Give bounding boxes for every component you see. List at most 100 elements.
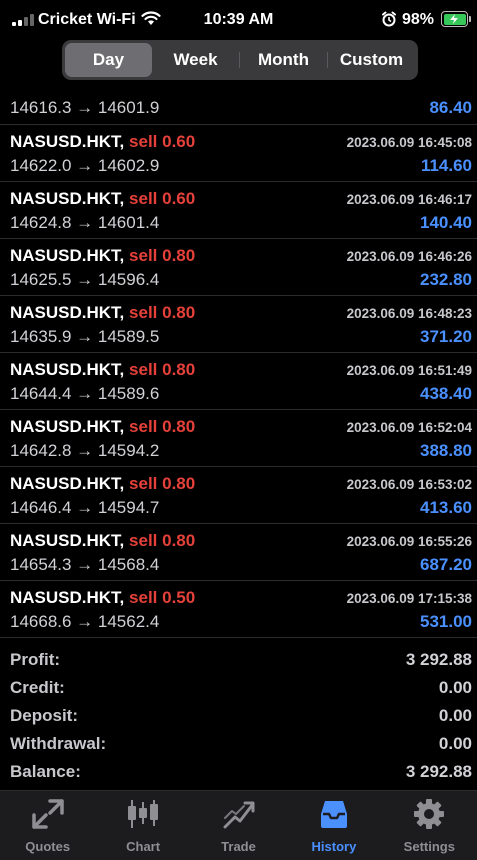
deal-prices: 14625.5 → 14596.4	[10, 270, 160, 289]
history-icon	[317, 798, 351, 835]
deal-prices: 14616.3 → 14601.9	[10, 98, 160, 117]
deal-row[interactable]: NASUSD.HKT, sell 0.80 2023.06.09 16:55:2…	[0, 524, 477, 581]
deal-row[interactable]: NASUSD.HKT, sell 0.80 2023.06.09 16:46:2…	[0, 239, 477, 296]
summary-profit: Profit: 3 292.88	[0, 646, 477, 674]
tab-custom[interactable]: Custom	[328, 43, 415, 77]
tab-trade[interactable]: Trade	[191, 791, 286, 860]
deal-side: sell 0.80	[129, 474, 196, 493]
deal-row[interactable]: NASUSD.HKT, sell 0.80 2023.06.09 16:48:2…	[0, 296, 477, 353]
account-summary: Profit: 3 292.88 Credit: 0.00 Deposit: 0…	[0, 646, 477, 786]
period-segmented-control: Day Week Month Custom	[62, 40, 418, 80]
deal-side: sell 0.80	[129, 531, 196, 550]
tab-label: History	[311, 839, 357, 854]
deal-profit: 413.60	[420, 498, 472, 517]
tab-history[interactable]: History	[286, 791, 381, 860]
deal-profit: 114.60	[420, 156, 472, 175]
deal-symbol: NASUSD.HKT,	[10, 303, 125, 322]
summary-label: Balance:	[10, 762, 81, 781]
deal-prices: 14646.4 → 14594.7	[10, 498, 160, 517]
summary-label: Credit:	[10, 678, 65, 697]
summary-value: 0.00	[438, 734, 472, 753]
deal-symbol-line: NASUSD.HKT, sell 0.60	[10, 189, 195, 209]
deal-profit: 86.40	[429, 98, 472, 117]
summary-deposit: Deposit: 0.00	[0, 702, 477, 730]
deal-symbol: NASUSD.HKT,	[10, 189, 125, 208]
deal-symbol: NASUSD.HKT,	[10, 132, 125, 151]
deal-profit: 531.00	[420, 612, 472, 631]
deal-symbol-line: NASUSD.HKT, sell 0.80	[10, 246, 195, 266]
deal-row-partial[interactable]: 14616.3 → 14601.9 86.40	[0, 80, 477, 125]
deal-prices: 14624.8 → 14601.4	[10, 213, 160, 232]
tab-quotes[interactable]: Quotes	[0, 791, 95, 860]
deal-symbol-line: NASUSD.HKT, sell 0.80	[10, 303, 195, 323]
deal-symbol-line: NASUSD.HKT, sell 0.60	[10, 132, 195, 152]
summary-value: 3 292.88	[405, 650, 472, 669]
deal-time: 2023.06.09 16:45:08	[346, 135, 472, 150]
summary-value: 0.00	[438, 706, 472, 725]
settings-icon	[412, 798, 446, 835]
alarm-icon	[381, 11, 397, 32]
deal-row[interactable]: NASUSD.HKT, sell 0.60 2023.06.09 16:46:1…	[0, 182, 477, 239]
tab-week[interactable]: Week	[152, 43, 239, 77]
deal-time: 2023.06.09 16:51:49	[346, 363, 472, 378]
summary-label: Profit:	[10, 650, 61, 669]
deal-profit: 687.20	[420, 555, 472, 574]
tab-settings[interactable]: Settings	[382, 791, 477, 860]
deal-symbol-line: NASUSD.HKT, sell 0.80	[10, 360, 195, 380]
deal-side: sell 0.60	[129, 189, 196, 208]
deal-prices: 14654.3 → 14568.4	[10, 555, 160, 574]
deal-time: 2023.06.09 16:48:23	[346, 306, 472, 321]
deal-side: sell 0.80	[129, 246, 196, 265]
deal-row[interactable]: NASUSD.HKT, sell 0.80 2023.06.09 16:52:0…	[0, 410, 477, 467]
deal-time: 2023.06.09 16:46:26	[346, 249, 472, 264]
tab-chart[interactable]: Chart	[95, 791, 190, 860]
deal-symbol: NASUSD.HKT,	[10, 246, 125, 265]
deal-row[interactable]: NASUSD.HKT, sell 0.80 2023.06.09 16:51:4…	[0, 353, 477, 410]
deal-symbol-line: NASUSD.HKT, sell 0.80	[10, 531, 195, 551]
deal-prices: 14635.9 → 14589.5	[10, 327, 160, 346]
deal-time: 2023.06.09 16:52:04	[346, 420, 472, 435]
deal-prices: 14668.6 → 14562.4	[10, 612, 160, 631]
deal-time: 2023.06.09 17:15:38	[346, 591, 472, 606]
trade-icon	[222, 798, 256, 835]
deal-symbol: NASUSD.HKT,	[10, 474, 125, 493]
deal-row[interactable]: NASUSD.HKT, sell 0.60 2023.06.09 16:45:0…	[0, 125, 477, 182]
deal-row[interactable]: NASUSD.HKT, sell 0.50 2023.06.09 17:15:3…	[0, 581, 477, 638]
deal-prices: 14622.0 → 14602.9	[10, 156, 160, 175]
summary-label: Withdrawal:	[10, 734, 107, 753]
deal-time: 2023.06.09 16:55:26	[346, 534, 472, 549]
deal-prices: 14642.8 → 14594.2	[10, 441, 160, 460]
deal-time: 2023.06.09 16:46:17	[346, 192, 472, 207]
status-bar: Cricket Wi-Fi 10:39 AM 98%	[0, 0, 477, 40]
tab-label: Settings	[403, 839, 455, 854]
tab-label: Trade	[221, 839, 256, 854]
deal-prices: 14644.4 → 14589.6	[10, 384, 160, 403]
battery-percent: 98%	[402, 11, 435, 28]
deal-symbol: NASUSD.HKT,	[10, 417, 125, 436]
deal-profit: 371.20	[420, 327, 472, 346]
tab-day[interactable]: Day	[65, 43, 152, 77]
deal-symbol: NASUSD.HKT,	[10, 360, 125, 379]
deal-side: sell 0.80	[129, 417, 196, 436]
deal-row[interactable]: NASUSD.HKT, sell 0.80 2023.06.09 16:53:0…	[0, 467, 477, 524]
deal-symbol-line: NASUSD.HKT, sell 0.80	[10, 474, 195, 494]
deal-symbol-line: NASUSD.HKT, sell 0.80	[10, 417, 195, 437]
deal-symbol: NASUSD.HKT,	[10, 531, 125, 550]
summary-label: Deposit:	[10, 706, 78, 725]
deal-side: sell 0.80	[129, 303, 196, 322]
tab-label: Chart	[126, 839, 161, 854]
deal-time: 2023.06.09 16:53:02	[346, 477, 472, 492]
deal-profit: 140.40	[420, 213, 472, 232]
summary-credit: Credit: 0.00	[0, 674, 477, 702]
tab-month[interactable]: Month	[240, 43, 327, 77]
deals-list: 14616.3 → 14601.9 86.40 NASUSD.HKT, sell…	[0, 80, 477, 638]
deal-profit: 388.80	[420, 441, 472, 460]
summary-balance: Balance: 3 292.88	[0, 758, 477, 786]
deal-symbol-line: NASUSD.HKT, sell 0.50	[10, 588, 195, 608]
deal-profit: 438.40	[420, 384, 472, 403]
summary-value: 0.00	[438, 678, 472, 697]
battery-icon	[441, 11, 468, 27]
deal-profit: 232.80	[420, 270, 472, 289]
deal-side: sell 0.60	[129, 132, 196, 151]
chart-icon	[126, 798, 160, 835]
